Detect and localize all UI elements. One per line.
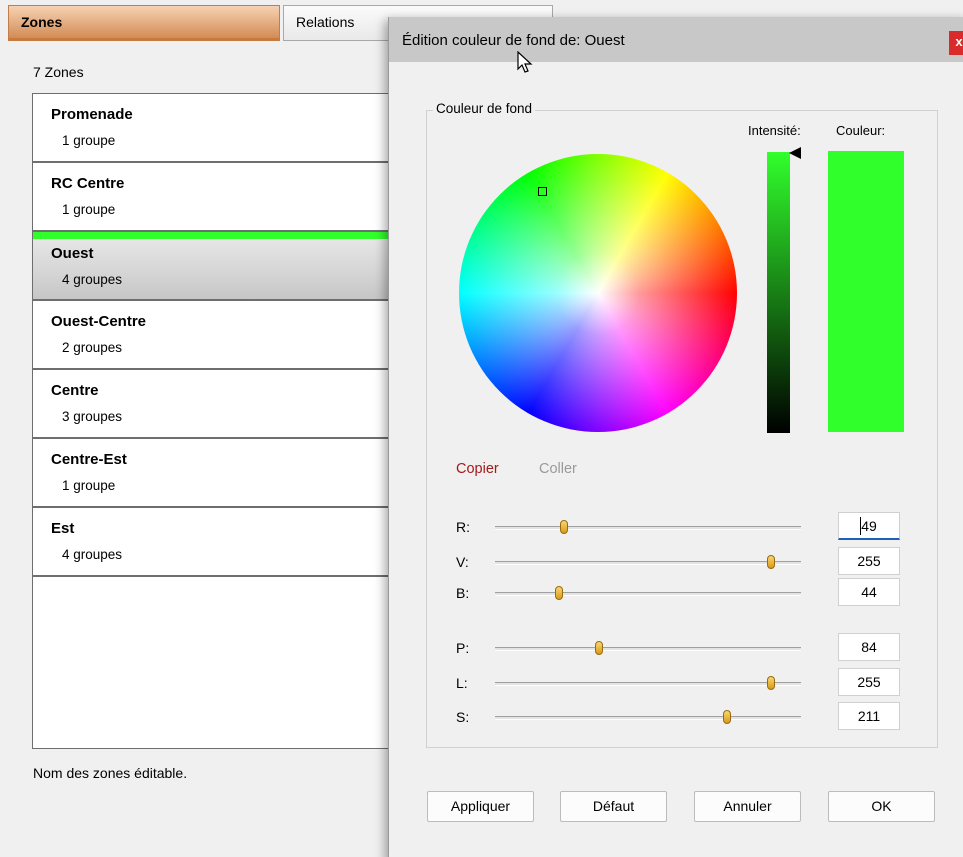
zone-name: Promenade	[51, 106, 133, 123]
zone-count: 7 Zones	[33, 64, 84, 80]
color-dialog: Édition couleur de fond de: Ouest x Coul…	[388, 17, 963, 857]
slider-track[interactable]	[495, 716, 801, 720]
zone-item-rc-centre[interactable]: RC Centre 1 groupe	[33, 163, 411, 232]
slider-row-s: S: 211	[456, 702, 902, 730]
value-text: 49	[861, 518, 877, 534]
intensity-arrow-icon[interactable]	[789, 147, 801, 159]
zone-name: Ouest-Centre	[51, 313, 147, 330]
slider-label: V:	[456, 554, 469, 570]
zone-item-ouest[interactable]: Ouest 4 groupes	[33, 232, 411, 301]
zone-name: Centre-Est	[51, 451, 127, 468]
zone-name: Ouest	[51, 245, 94, 262]
value-input[interactable]: 49	[838, 512, 900, 540]
slider-thumb[interactable]	[595, 641, 604, 655]
ok-button[interactable]: OK	[828, 791, 935, 822]
slider-thumb[interactable]	[560, 520, 569, 534]
tab-zones[interactable]: Zones	[8, 5, 280, 41]
slider-thumb[interactable]	[767, 676, 775, 690]
value-input[interactable]: 255	[838, 668, 900, 696]
paste-link: Coller	[539, 461, 577, 477]
color-swatch	[828, 151, 904, 432]
text-caret	[860, 517, 861, 535]
slider-thumb[interactable]	[767, 555, 775, 569]
slider-row-r: R: 49	[456, 512, 902, 540]
slider-label: R:	[456, 519, 470, 535]
close-button[interactable]: x	[949, 31, 963, 55]
dialog-title: Édition couleur de fond de: Ouest	[402, 32, 625, 49]
group-label: Couleur de fond	[433, 101, 536, 116]
slider-thumb[interactable]	[722, 710, 731, 724]
zone-item-est[interactable]: Est 4 groupes	[33, 508, 411, 577]
slider-track[interactable]	[495, 682, 801, 686]
slider-thumb[interactable]	[555, 586, 564, 600]
value-input[interactable]: 44	[838, 578, 900, 606]
copy-link[interactable]: Copier	[456, 461, 499, 477]
intensity-label: Intensité:	[748, 123, 801, 138]
zone-name: Est	[51, 520, 75, 537]
slider-track[interactable]	[495, 561, 801, 565]
color-wheel-marker[interactable]	[538, 187, 547, 196]
zone-group-count: 1 groupe	[62, 478, 116, 493]
zone-list: Promenade 1 groupe RC Centre 1 groupe Ou…	[32, 93, 412, 749]
slider-label: B:	[456, 585, 470, 601]
zone-item-centre[interactable]: Centre 3 groupes	[33, 370, 411, 439]
slider-track[interactable]	[495, 526, 801, 530]
color-label: Couleur:	[836, 123, 886, 138]
slider-label: L:	[456, 675, 468, 691]
dialog-titlebar[interactable]: Édition couleur de fond de: Ouest x	[389, 17, 963, 62]
slider-row-v: V: 255	[456, 547, 902, 575]
cancel-button[interactable]: Annuler	[694, 791, 801, 822]
zone-name: RC Centre	[51, 175, 125, 192]
slider-row-p: P: 84	[456, 633, 902, 661]
apply-button[interactable]: Appliquer	[427, 791, 534, 822]
zone-item-ouest-centre[interactable]: Ouest-Centre 2 groupes	[33, 301, 411, 370]
color-wheel[interactable]	[459, 154, 737, 432]
zone-group-count: 3 groupes	[62, 409, 123, 424]
default-button[interactable]: Défaut	[560, 791, 667, 822]
zone-name: Centre	[51, 382, 99, 399]
mouse-cursor-icon	[517, 51, 533, 73]
zone-group-count: 4 groupes	[62, 547, 123, 562]
footnote: Nom des zones éditable.	[33, 765, 188, 781]
slider-track[interactable]	[495, 592, 801, 596]
zone-group-count: 4 groupes	[62, 272, 123, 287]
value-input[interactable]: 211	[838, 702, 900, 730]
slider-row-b: B: 44	[456, 578, 902, 606]
zone-item-promenade[interactable]: Promenade 1 groupe	[33, 94, 411, 163]
slider-track[interactable]	[495, 647, 801, 651]
zone-group-count: 1 groupe	[62, 202, 116, 217]
zone-group-count: 1 groupe	[62, 133, 116, 148]
slider-label: S:	[456, 709, 470, 725]
zone-item-centre-est[interactable]: Centre-Est 1 groupe	[33, 439, 411, 508]
zone-group-count: 2 groupes	[62, 340, 123, 355]
value-input[interactable]: 255	[838, 547, 900, 575]
slider-label: P:	[456, 640, 470, 656]
intensity-bar[interactable]	[767, 152, 790, 433]
value-input[interactable]: 84	[838, 633, 900, 661]
slider-row-l: L: 255	[456, 668, 902, 696]
